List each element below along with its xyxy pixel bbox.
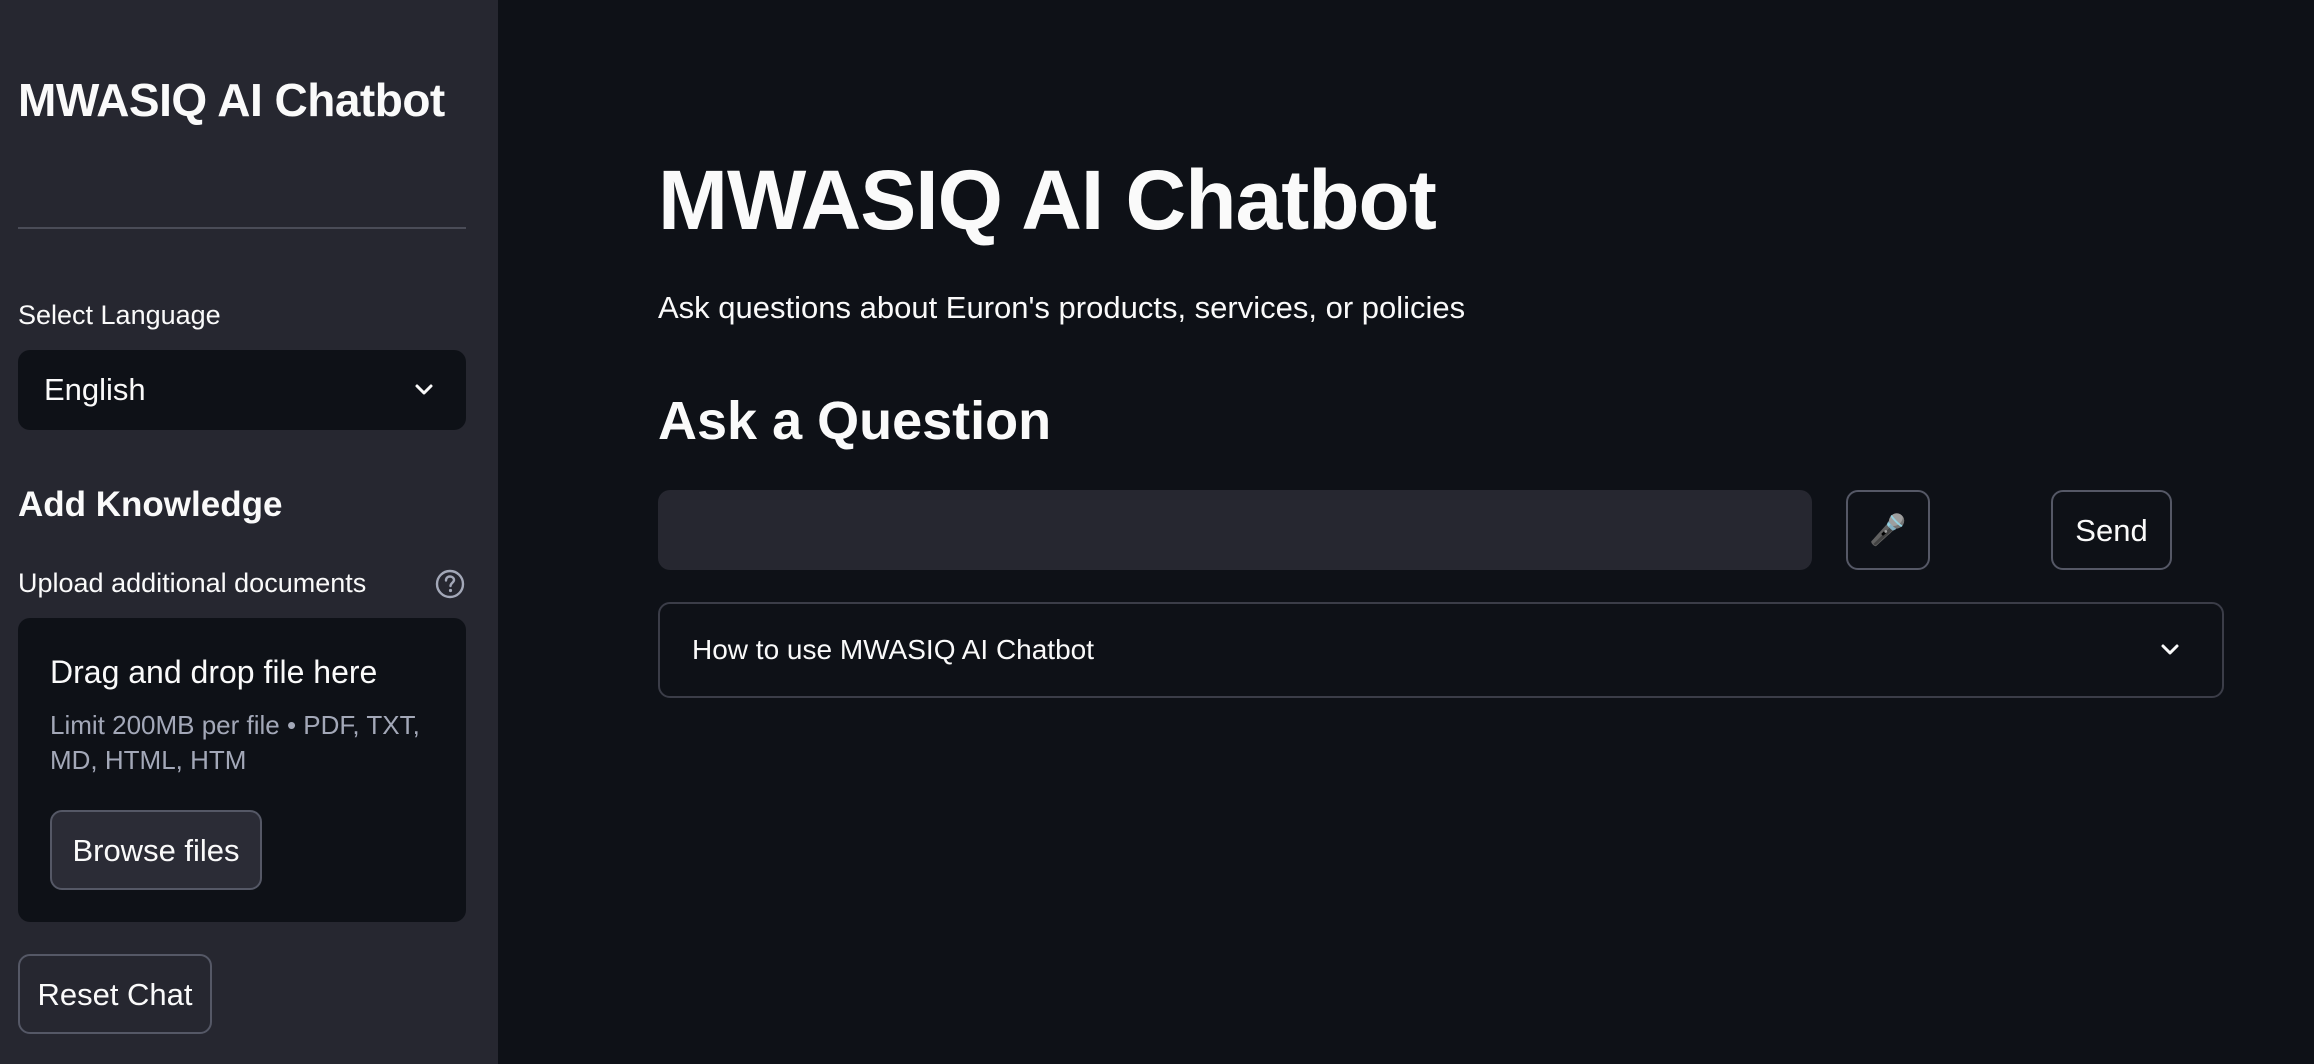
page-title: MWASIQ AI Chatbot [658, 153, 1437, 247]
add-knowledge-heading: Add Knowledge [18, 485, 283, 524]
sidebar-divider [18, 227, 466, 229]
page-subtitle: Ask questions about Euron's products, se… [658, 290, 1466, 325]
language-label: Select Language [18, 300, 221, 330]
sidebar-title: MWASIQ AI Chatbot [18, 74, 445, 126]
main-content: MWASIQ AI Chatbot Ask questions about Eu… [498, 0, 2314, 1064]
language-select-value: English [44, 372, 146, 407]
upload-label: Upload additional documents [18, 568, 367, 598]
question-input[interactable] [658, 490, 1812, 570]
dropzone-limit-text: Limit 200MB per file • PDF, TXT, MD, HTM… [50, 710, 420, 775]
reset-chat-button[interactable]: Reset Chat [18, 954, 212, 1034]
browse-files-button[interactable]: Browse files [50, 810, 262, 890]
microphone-icon: 🎤 [1869, 514, 1907, 547]
language-select[interactable]: English [18, 350, 466, 430]
sidebar: MWASIQ AI Chatbot Select Language Englis… [0, 0, 498, 1064]
how-to-use-expander[interactable]: How to use MWASIQ AI Chatbot [658, 602, 2224, 698]
expander-label: How to use MWASIQ AI Chatbot [692, 634, 1095, 665]
ask-question-heading: Ask a Question [658, 391, 1052, 451]
chevron-down-icon [415, 384, 433, 395]
chevron-down-icon [2161, 644, 2179, 655]
send-button[interactable]: Send [2051, 490, 2172, 570]
help-circle-icon[interactable] [434, 568, 466, 600]
microphone-button[interactable]: 🎤 [1846, 490, 1930, 570]
app-window: MWASIQ AI Chatbot Select Language Englis… [0, 0, 2314, 1064]
dropzone-title: Drag and drop file here [50, 654, 378, 690]
file-dropzone[interactable]: Drag and drop file here Limit 200MB per … [18, 618, 466, 922]
